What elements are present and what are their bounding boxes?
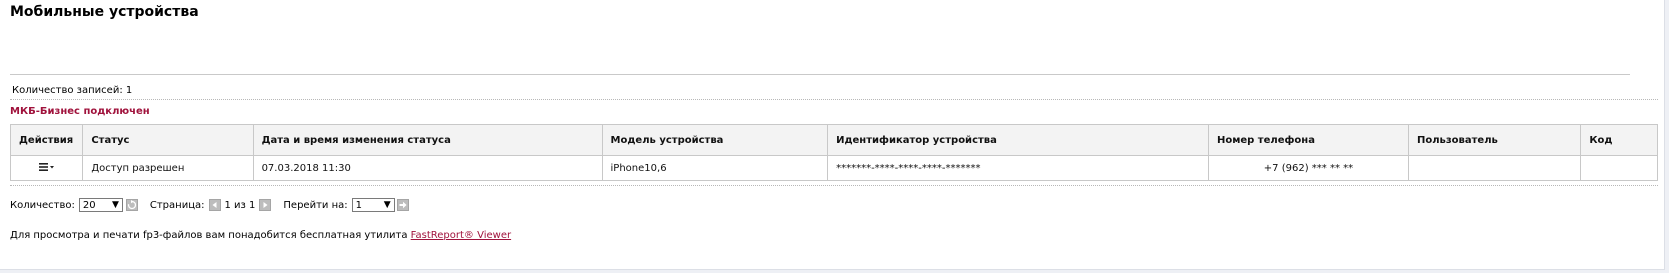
fastreport-viewer-link[interactable]: FastReport® Viewer: [411, 230, 511, 241]
cell-code: [1580, 155, 1658, 181]
column-header-status-changed[interactable]: Дата и время изменения статуса: [252, 124, 603, 156]
arrow-right-icon: [263, 202, 268, 208]
column-header-actions[interactable]: Действия: [9, 124, 84, 156]
menu-dropdown-icon[interactable]: [38, 162, 55, 175]
page-size-value: 20: [82, 199, 96, 211]
column-header-code[interactable]: Код: [1580, 124, 1658, 156]
page-info: 1 из 1: [224, 199, 256, 211]
cell-device-id: *******-****-****-****-*******: [827, 155, 1209, 181]
column-header-user[interactable]: Пользователь: [1407, 124, 1582, 156]
goto-page-select[interactable]: 1 ▼: [351, 198, 395, 212]
page-size-label: Количество:: [10, 199, 75, 211]
goto-label: Перейти на:: [283, 199, 348, 211]
cell-status: Доступ разрешен: [82, 155, 254, 181]
column-header-phone[interactable]: Номер телефона: [1207, 124, 1409, 156]
cell-status-changed: 07.03.2018 11:30: [252, 155, 603, 181]
goto-page-value: 1: [355, 199, 362, 211]
next-page-button[interactable]: [259, 199, 272, 211]
arrow-left-icon: [212, 202, 216, 208]
section-title: МКБ-Бизнес подключен: [10, 106, 150, 117]
page-label: Страница:: [149, 199, 205, 211]
refresh-button[interactable]: [125, 199, 138, 211]
arrow-right-icon: [399, 201, 407, 209]
records-count: Количество записей: 1: [12, 85, 133, 96]
column-header-status[interactable]: Статус: [82, 124, 254, 156]
divider: [10, 185, 1658, 186]
divider: [10, 99, 1658, 100]
fastreport-info: Для просмотра и печати fp3-файлов вам по…: [10, 230, 511, 241]
info-text: Для просмотра и печати fp3-файлов вам по…: [10, 230, 408, 241]
table-header-row: Действия Статус Дата и время изменения с…: [9, 124, 1658, 156]
cell-user: [1407, 155, 1582, 181]
refresh-icon: [127, 200, 137, 210]
page-size-select[interactable]: 20 ▼: [78, 198, 123, 212]
column-header-device-model[interactable]: Модель устройства: [601, 124, 829, 156]
divider: [10, 74, 1630, 75]
chevron-down-icon: ▼: [383, 200, 391, 210]
chevron-down-icon: ▼: [111, 200, 119, 210]
goto-page-button[interactable]: [396, 199, 409, 211]
pagination-bar: Количество: 20 ▼ Страница: 1 из 1 Перейт…: [10, 197, 409, 213]
cell-device-model: iPhone10,6: [601, 155, 829, 181]
cell-phone: +7 (962) *** ** **: [1207, 155, 1409, 181]
cell-actions: [9, 155, 84, 181]
page-title: Мобильные устройства: [10, 4, 199, 20]
prev-page-button[interactable]: [208, 199, 221, 211]
content-panel: Мобильные устройства Количество записей:…: [0, 0, 1665, 270]
column-header-device-id[interactable]: Идентификатор устройства: [827, 124, 1209, 156]
table-row: Доступ разрешен 07.03.2018 11:30 iPhone1…: [9, 155, 1658, 181]
devices-table: Действия Статус Дата и время изменения с…: [9, 124, 1658, 181]
